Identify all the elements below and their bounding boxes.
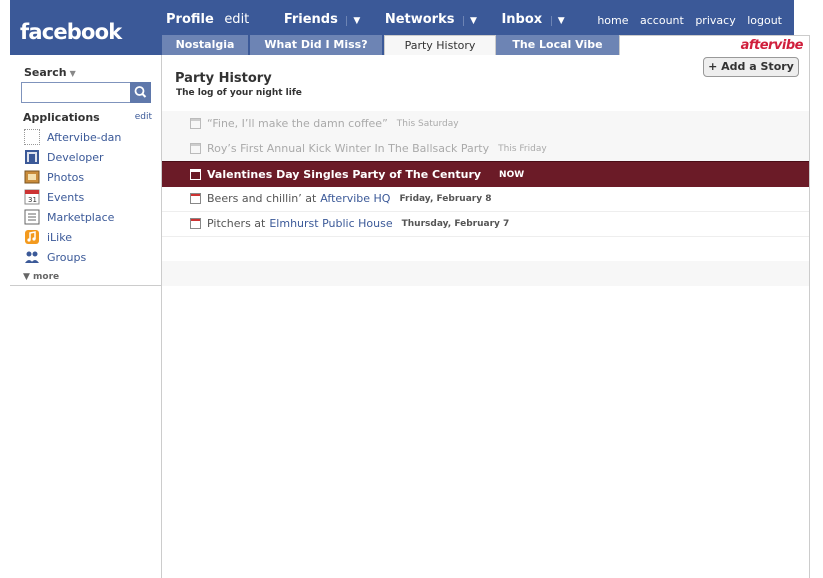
svg-text:31: 31	[28, 196, 37, 204]
party-name: Beers and chillin’ at	[207, 192, 317, 205]
search-input[interactable]	[21, 82, 131, 103]
left-sidebar: Search ▼ Applications edit Aftervibe-dan …	[10, 55, 161, 286]
sidebar-item-label: Events	[47, 190, 85, 204]
sidebar-item-marketplace[interactable]: Marketplace	[24, 208, 114, 226]
party-when: Thursday, February 7	[401, 218, 510, 229]
aftervibe-brand: aftervibe	[619, 35, 810, 56]
party-when: This Friday	[498, 143, 547, 154]
sidebar-item-events[interactable]: 31 Events	[24, 188, 84, 206]
tab-local-vibe[interactable]: The Local Vibe	[496, 35, 619, 55]
inbox-dropdown-icon[interactable]: ▼	[550, 16, 565, 26]
sidebar-item-label: Marketplace	[47, 210, 115, 224]
main-nav: Profile edit Friends ▼ Networks ▼ Inbox …	[166, 12, 565, 27]
tab-what-did-i-miss[interactable]: What Did I Miss?	[250, 35, 382, 55]
networks-dropdown-icon[interactable]: ▼	[463, 16, 477, 26]
events-calendar-icon: 31	[24, 189, 40, 205]
page-title: Party History	[175, 71, 272, 86]
applications-heading: Applications	[23, 111, 100, 124]
applications-edit-link[interactable]: edit	[135, 112, 152, 122]
nav-profile[interactable]: Profile	[166, 12, 214, 27]
search-label-text: Search	[24, 66, 67, 79]
ilike-icon	[24, 229, 40, 245]
party-name: Pitchers at	[207, 217, 266, 230]
facebook-logo[interactable]: facebook	[20, 20, 122, 44]
sidebar-item-photos[interactable]: Photos	[24, 168, 84, 186]
tab-nostalgia[interactable]: Nostalgia	[162, 35, 248, 55]
tab-party-history[interactable]: Party History	[384, 35, 496, 57]
sidebar-item-ilike[interactable]: iLike	[24, 228, 72, 246]
aftervibe-logo[interactable]: aftervibe	[741, 38, 804, 53]
search-button[interactable]	[130, 82, 151, 103]
party-when: NOW	[499, 169, 525, 180]
nav-networks[interactable]: Networks	[385, 12, 455, 27]
more-apps-link[interactable]: ▼ more	[23, 272, 59, 282]
nav-inbox[interactable]: Inbox	[501, 12, 542, 27]
marketplace-icon	[24, 209, 40, 225]
calendar-icon	[190, 193, 201, 204]
calendar-icon	[190, 169, 201, 180]
party-row[interactable]: “Fine, I’ll make the damn coffee” This S…	[162, 111, 809, 136]
sidebar-item-aftervibe-dan[interactable]: Aftervibe-dan	[24, 128, 121, 146]
sidebar-item-label: iLike	[47, 230, 72, 244]
sidebar-item-label: Aftervibe-dan	[47, 130, 122, 144]
party-name: Roy’s First Annual Kick Winter In The Ba…	[207, 142, 490, 155]
nav-profile-edit[interactable]: edit	[224, 12, 249, 27]
photos-icon	[24, 169, 40, 185]
party-when: This Saturday	[396, 118, 459, 129]
party-row[interactable]: Roy’s First Annual Kick Winter In The Ba…	[162, 136, 809, 161]
friends-dropdown-icon[interactable]: ▼	[346, 16, 360, 26]
sidebar-item-label: Developer	[47, 150, 104, 164]
main-content: + Add a Story Party History The log of y…	[161, 55, 810, 578]
page-subtitle: The log of your night life	[176, 88, 302, 98]
sidebar-item-groups[interactable]: Groups	[24, 248, 86, 266]
party-name: “Fine, I’ll make the damn coffee”	[207, 117, 388, 130]
dotted-square-icon	[24, 129, 40, 145]
sidebar-item-label: Groups	[47, 250, 87, 264]
nav-logout[interactable]: logout	[747, 14, 782, 27]
search-icon	[134, 86, 147, 98]
nav-home[interactable]: home	[597, 14, 628, 27]
search-dropdown-icon[interactable]: ▼	[70, 69, 76, 78]
nav-account[interactable]: account	[640, 14, 684, 27]
groups-icon	[24, 249, 40, 265]
nav-privacy[interactable]: privacy	[695, 14, 735, 27]
party-name: Valentines Day Singles Party of The Cent…	[207, 168, 482, 181]
calendar-icon	[190, 143, 201, 154]
account-nav: home account privacy logout	[589, 14, 782, 27]
sidebar-item-label: Photos	[47, 170, 85, 184]
developer-icon	[24, 149, 40, 165]
party-venue-link[interactable]: Aftervibe HQ	[320, 192, 390, 205]
party-row-current[interactable]: Valentines Day Singles Party of The Cent…	[162, 161, 809, 187]
calendar-icon	[190, 118, 201, 129]
nav-friends[interactable]: Friends	[284, 12, 338, 27]
empty-row	[162, 261, 809, 286]
party-when: Friday, February 8	[399, 193, 492, 204]
sidebar-item-developer[interactable]: Developer	[24, 148, 104, 166]
party-venue-link[interactable]: Elmhurst Public House	[269, 217, 392, 230]
party-row[interactable]: Pitchers at Elmhurst Public House Thursd…	[162, 211, 809, 237]
calendar-icon	[190, 218, 201, 229]
party-row[interactable]: Beers and chillin’ at Aftervibe HQ Frida…	[162, 186, 809, 212]
search-label: Search ▼	[24, 66, 76, 79]
add-story-button[interactable]: + Add a Story	[703, 57, 799, 77]
